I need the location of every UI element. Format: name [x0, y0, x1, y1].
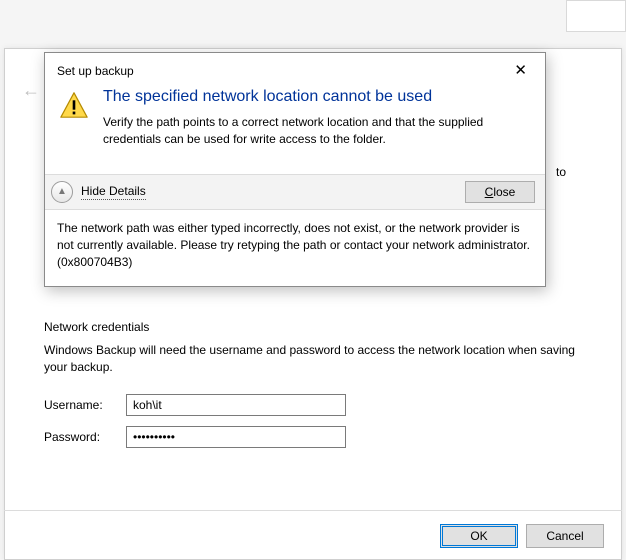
username-label: Username:	[44, 398, 126, 412]
wizard-button-row: OK Cancel	[440, 524, 604, 548]
dialog-details-text: The network path was either typed incorr…	[45, 210, 545, 286]
hide-details-label: Hide Details	[81, 184, 146, 200]
footer-separator	[4, 510, 622, 511]
network-credentials-section: Network credentials Windows Backup will …	[44, 320, 594, 458]
dialog-command-row: ▲ Hide Details Close	[45, 174, 545, 210]
username-row: Username:	[44, 394, 594, 416]
truncated-text: to	[556, 165, 566, 179]
dialog-titlebar: Set up backup ✕	[45, 53, 545, 86]
password-input[interactable]	[126, 426, 346, 448]
close-icon[interactable]: ✕	[506, 61, 535, 80]
error-dialog: Set up backup ✕ The specified network lo…	[44, 52, 546, 287]
back-arrow-icon[interactable]: ←	[22, 80, 40, 101]
hide-details-toggle[interactable]: ▲ Hide Details	[51, 181, 146, 203]
background-window-fragment	[566, 0, 626, 32]
username-input[interactable]	[126, 394, 346, 416]
dialog-heading: The specified network location cannot be…	[103, 88, 503, 106]
credentials-heading: Network credentials	[44, 320, 594, 334]
dialog-title: Set up backup	[57, 64, 134, 78]
chevron-up-icon: ▲	[51, 181, 73, 203]
close-button[interactable]: Close	[465, 181, 535, 203]
cancel-button[interactable]: Cancel	[526, 524, 604, 548]
credentials-description: Windows Backup will need the username an…	[44, 342, 594, 376]
ok-button[interactable]: OK	[440, 524, 518, 548]
dialog-instruction-text: Verify the path points to a correct netw…	[103, 114, 503, 148]
password-row: Password:	[44, 426, 594, 448]
password-label: Password:	[44, 430, 126, 444]
warning-icon	[59, 90, 89, 120]
